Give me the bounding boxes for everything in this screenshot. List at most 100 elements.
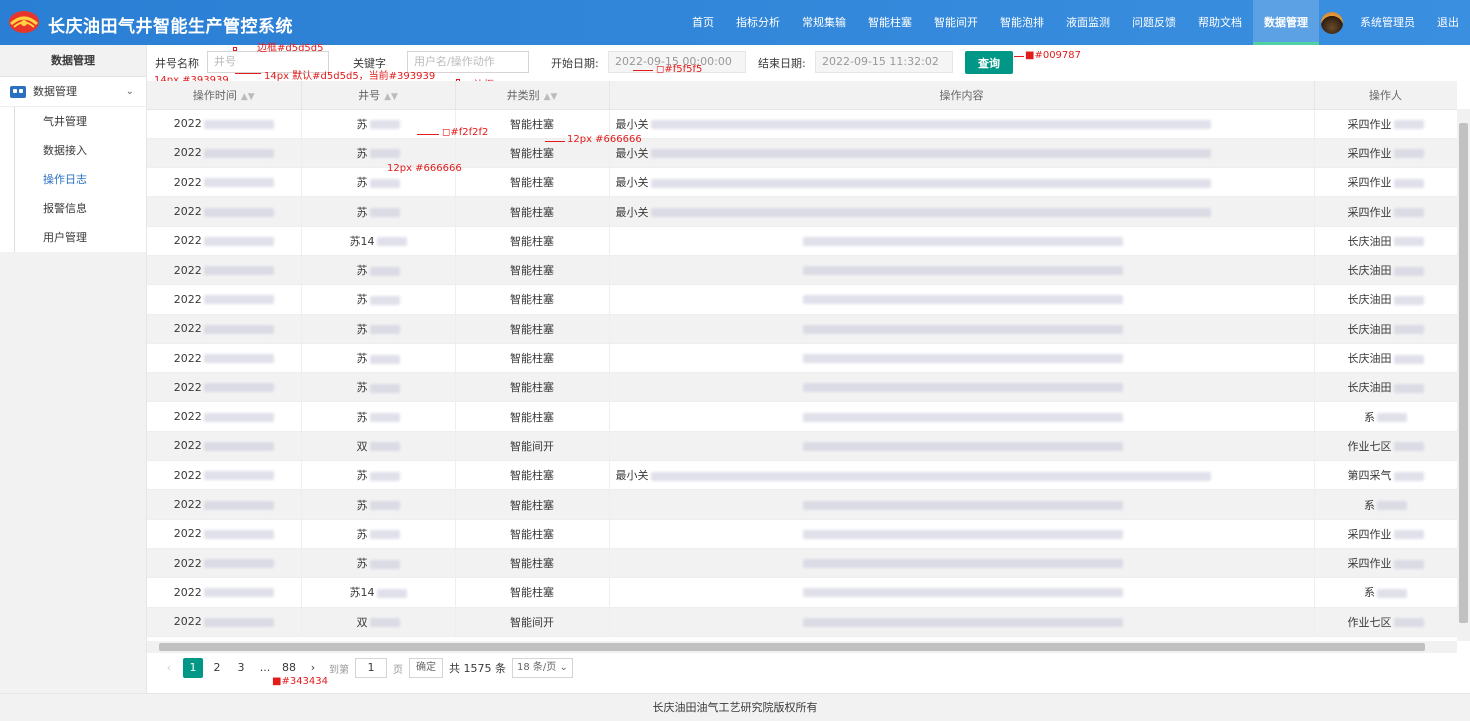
avatar[interactable] [1321,11,1343,34]
redacted-text [369,295,400,305]
page-number[interactable]: 3 [231,658,251,678]
redacted-text [369,471,400,481]
page-ellipsis[interactable]: ... [255,658,275,678]
table-row[interactable]: 2022 苏 智能柱塞 最小关 采四作业 [147,196,1457,227]
user-name[interactable]: 系统管理员 [1349,0,1426,45]
table-row[interactable]: 2022 双 智能间开 作业七区 [147,607,1457,637]
sidebar-item[interactable]: 报警信息 [14,194,146,223]
redacted-text [650,120,1211,130]
table-cell-time: 2022 [147,607,302,637]
redacted-text [369,501,400,510]
nav-item[interactable]: 智能柱塞 [857,0,923,45]
cell-text: 长庆油田 [1347,322,1392,336]
column-header-label: 井类别 [506,88,540,102]
cell-text: 双 [356,439,368,453]
redacted-text [1377,588,1407,598]
redacted-text [650,149,1211,159]
column-header-time[interactable]: 操作时间 ▲▼ [147,81,302,110]
table-row[interactable]: 2022 苏 智能柱塞 长庆油田 [147,343,1457,374]
vertical-scrollbar[interactable] [1457,109,1470,641]
end-date-input[interactable]: 2022-09-15 11:32:02 [815,51,953,73]
top-nav: 首页 指标分析 常规集输 智能柱塞 智能间开 智能泡排 液面监测 问题反馈 帮助文档 数据管理 系统… [681,0,1470,45]
sidebar-item[interactable]: 操作日志 [14,165,146,194]
page-number[interactable]: 88 [279,658,299,678]
column-header-content: 操作内容 [609,81,1315,110]
sidebar-item[interactable]: 气井管理 [14,107,146,136]
nav-item[interactable]: 帮助文档 [1187,0,1253,45]
table-cell-well: 苏 [301,489,456,520]
cell-text: 智能柱塞 [510,264,554,278]
scrollbar-thumb[interactable] [159,643,1425,651]
nav-item[interactable]: 液面监测 [1055,0,1121,45]
redacted-text [1393,618,1424,628]
redacted-text [1393,325,1424,335]
query-button[interactable]: 查询 [965,51,1013,74]
table-row[interactable]: 2022 苏 智能柱塞 最小关 采四作业 [147,109,1457,139]
main-content: 井号名称 井号 关键字 用户名/操作动作 开始日期: 2022-09-15 00… [147,43,1470,693]
table-cell-time: 2022 [147,314,302,344]
redacted-text [369,559,400,569]
nav-item[interactable]: 数据管理 [1253,0,1319,45]
table-row[interactable]: 2022 双 智能间开 作业七区 [147,431,1457,462]
goto-label: 到第 [329,664,349,676]
table-row[interactable]: 2022 苏 智能柱塞 最小关 第四采气 [147,460,1457,491]
annotation-cell-font: 12px #666666 [387,163,462,174]
table-row[interactable]: 2022 苏 智能柱塞 最小关 采四作业 [147,167,1457,198]
cell-text: 最小关 [615,176,649,190]
table-row[interactable]: 2022 苏 智能柱塞 采四作业 [147,548,1457,579]
redacted-text [802,354,1123,364]
cell-text: 采四作业 [1347,146,1392,160]
redacted-text [203,529,274,539]
cell-text: 系 [1364,586,1375,600]
table-row[interactable]: 2022 苏 智能柱塞 系 [147,401,1457,432]
table-cell-type: 智能柱塞 [455,226,610,256]
table-row[interactable]: 2022 苏14 智能柱塞 长庆油田 [147,226,1457,256]
table-row[interactable]: 2022 苏 智能柱塞 长庆油田 [147,314,1457,344]
cell-text: 采四作业 [1347,527,1392,541]
sort-icon[interactable]: ▲▼ [544,92,558,102]
table-cell-time: 2022 [147,226,302,256]
sort-icon[interactable]: ▲▼ [384,92,398,102]
table-cell-well: 苏 [301,401,456,432]
sidebar-item[interactable]: 用户管理 [14,223,146,252]
annotation-line [633,70,653,71]
redacted-text [369,442,400,452]
prev-page-icon[interactable]: ‹ [159,658,179,678]
goto-confirm-button[interactable]: 确定 [409,658,443,678]
table-row[interactable]: 2022 苏 智能柱塞 采四作业 [147,519,1457,549]
scrollbar-thumb[interactable] [1459,123,1468,623]
nav-item[interactable]: 智能间开 [923,0,989,45]
nav-item[interactable]: 问题反馈 [1121,0,1187,45]
table-cell-type: 智能柱塞 [455,255,610,286]
cell-text: 第四采气 [1347,469,1392,483]
page-unit-label: 页 [393,664,403,676]
sort-icon[interactable]: ▲▼ [241,92,255,102]
nav-item[interactable]: 首页 [681,0,725,45]
nav-item[interactable]: 智能泡排 [989,0,1055,45]
goto-page-input[interactable]: 1 [355,658,387,678]
table-row[interactable]: 2022 苏 智能柱塞 长庆油田 [147,284,1457,315]
horizontal-scrollbar[interactable] [147,641,1457,653]
cell-text: 苏 [356,381,368,395]
sidebar-item[interactable]: 数据接入 [14,136,146,165]
redacted-text [1393,295,1424,305]
nav-item[interactable]: 常规集输 [791,0,857,45]
redacted-text [369,530,400,540]
page-number[interactable]: 2 [207,658,227,678]
table-cell-content [609,372,1315,403]
table-row[interactable]: 2022 苏14 智能柱塞 系 [147,577,1457,608]
cell-text: 智能间开 [510,615,554,629]
page-size-select[interactable]: 18 条/页 ⌄ [512,658,573,678]
table-row[interactable]: 2022 苏 智能柱塞 长庆油田 [147,255,1457,286]
table-row[interactable]: 2022 苏 智能柱塞 最小关 采四作业 [147,138,1457,169]
sidebar-group-data-management[interactable]: 数据管理 ⌄ [0,77,146,107]
table-row[interactable]: 2022 苏 智能柱塞 长庆油田 [147,372,1457,403]
page-number[interactable]: 1 [183,658,203,678]
cell-text: 2022 [173,585,202,599]
nav-item[interactable]: 指标分析 [725,0,791,45]
logout-link[interactable]: 退出 [1426,0,1470,45]
column-header-type[interactable]: 井类别 ▲▼ [455,81,610,110]
column-header-well[interactable]: 井号 ▲▼ [301,81,456,110]
next-page-icon[interactable]: › [303,658,323,678]
table-row[interactable]: 2022 苏 智能柱塞 系 [147,489,1457,520]
